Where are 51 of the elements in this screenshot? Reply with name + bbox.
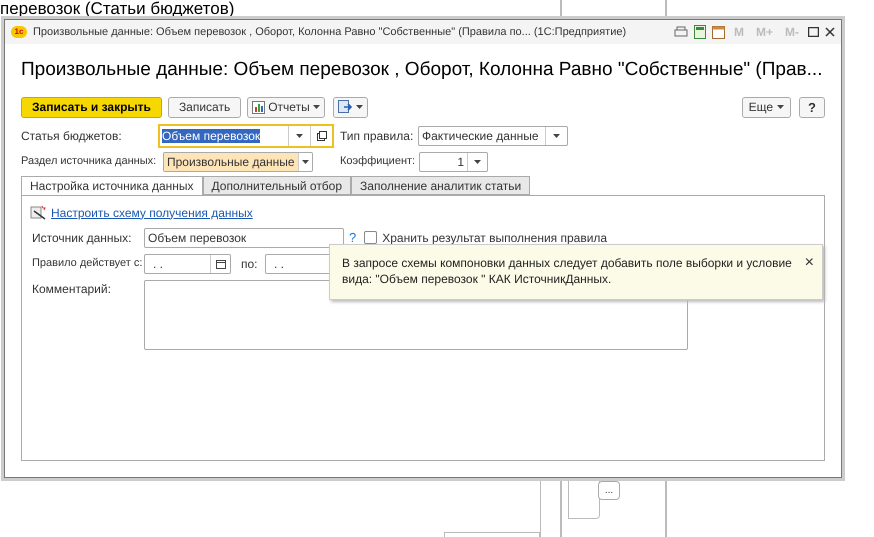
- help-button[interactable]: ?: [799, 96, 825, 118]
- rule-type-field[interactable]: Фактические данные: [418, 126, 568, 146]
- close-icon[interactable]: [825, 27, 835, 37]
- caret-icon: [302, 160, 309, 164]
- close-button[interactable]: ×: [804, 254, 814, 270]
- field-value: Объем перевозок: [162, 128, 260, 142]
- document-menu-button[interactable]: [332, 96, 368, 118]
- calendar-icon[interactable]: [216, 258, 226, 268]
- source-section-field[interactable]: Произвольные данные: [163, 152, 313, 172]
- caret-icon: [296, 134, 303, 138]
- caret-icon: [553, 134, 560, 138]
- form-heading: Произвольные данные: Объем перевозок , Оборот, Колонна Равно "Собственные" (Прав...: [21, 58, 824, 82]
- maximize-icon[interactable]: [808, 27, 819, 37]
- chart-icon: [252, 100, 266, 114]
- field-label: Коэффициент:: [340, 154, 416, 170]
- field-label: Раздел источника данных:: [21, 154, 158, 170]
- field-label: Правило действует с:: [31, 256, 144, 272]
- save-and-close-button[interactable]: Записать и закрыть: [21, 96, 162, 118]
- more-button[interactable]: Еще: [742, 96, 791, 118]
- field-label: Статья бюджетов:: [21, 128, 123, 144]
- coefficient-field[interactable]: 1: [419, 152, 488, 172]
- tab[interactable]: Настройка источника данных: [21, 176, 203, 196]
- tab[interactable]: Заполнение аналитик статьи: [351, 176, 530, 194]
- caret-icon: [777, 105, 784, 109]
- reports-button[interactable]: Отчеты: [247, 96, 325, 118]
- window-title: Произвольные данные: Объем перевозок , Оборот, Колонна Равно "Собственные" (Правила по... (1С:Предприятие): [33, 24, 626, 40]
- page-heading: перевозок (Статьи бюджетов): [0, 0, 234, 18]
- caret-icon: [474, 160, 481, 164]
- field-label: по:: [241, 256, 259, 272]
- calculator-icon[interactable]: [694, 25, 706, 39]
- wand-icon: [30, 205, 47, 220]
- field-label: Тип правила:: [340, 128, 414, 144]
- app-logo: 1с: [11, 26, 27, 38]
- printer-icon[interactable]: [674, 26, 688, 38]
- configure-link[interactable]: Настроить схему получения данных: [51, 204, 253, 222]
- help-link[interactable]: ?: [349, 228, 356, 248]
- field-label: Комментарий:: [31, 280, 112, 298]
- data-source-field[interactable]: Объем перевозок: [144, 228, 344, 248]
- open-icon[interactable]: [316, 130, 326, 140]
- document-arrow-icon: [338, 100, 353, 114]
- calendar-icon[interactable]: [712, 25, 725, 39]
- caret-icon: [312, 105, 320, 109]
- save-button[interactable]: Записать: [168, 96, 242, 118]
- checkbox-label: Хранить результат выполнения правила: [382, 230, 608, 246]
- checkbox[interactable]: [364, 231, 378, 244]
- field-label: Источник данных:: [31, 230, 132, 246]
- ellipsis-button[interactable]: ...: [598, 481, 620, 500]
- date-from-field[interactable]: . .: [144, 254, 231, 274]
- tab[interactable]: Дополнительный отбор: [202, 176, 352, 194]
- budget-item-field[interactable]: Объем перевозок: [158, 124, 334, 148]
- caret-icon: [356, 105, 363, 109]
